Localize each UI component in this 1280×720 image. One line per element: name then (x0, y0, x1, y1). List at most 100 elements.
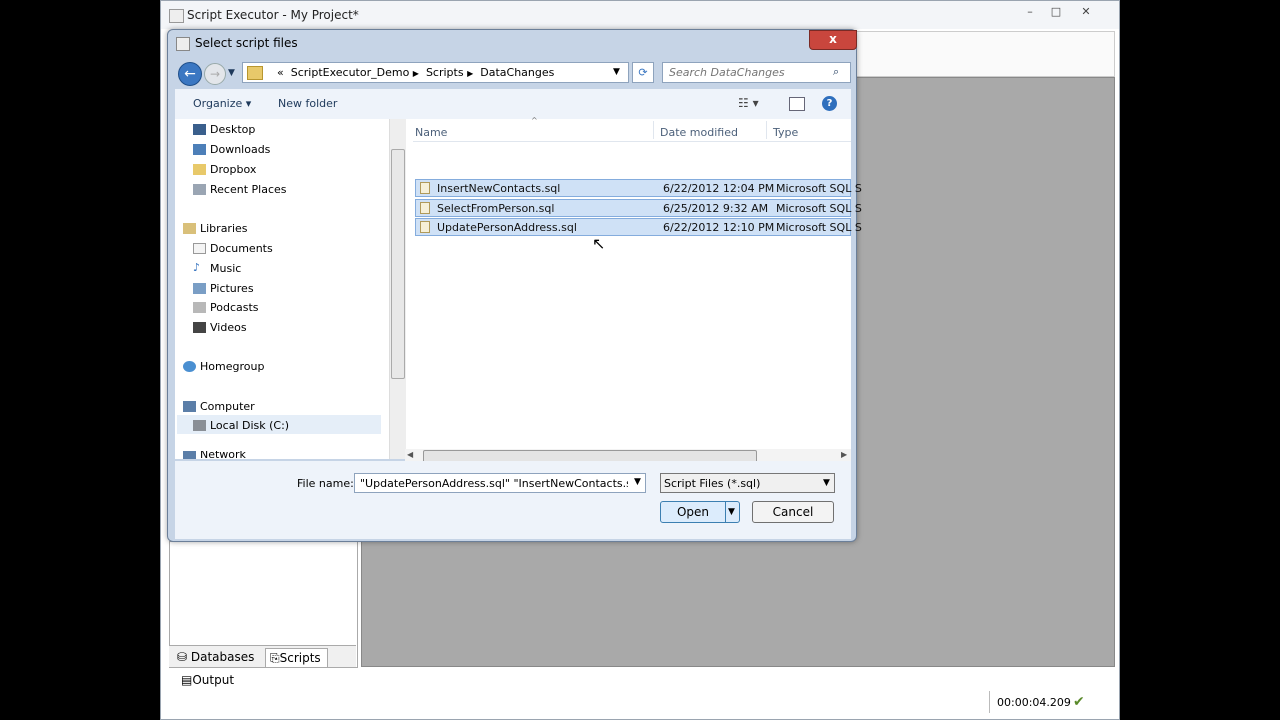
network-icon (183, 451, 196, 459)
breadcrumb-scripts[interactable]: Scripts (426, 66, 464, 79)
open-label: Open (676, 505, 710, 519)
tab-scripts[interactable]: ⎘Scripts (265, 648, 328, 667)
nav-label: Computer (200, 400, 255, 413)
nav-item-libraries[interactable]: Libraries (183, 222, 248, 235)
nav-item-recent-places[interactable]: Recent Places (193, 183, 287, 196)
dialog-close-button[interactable]: x (809, 30, 857, 50)
dropbox-icon (193, 164, 206, 175)
maximize-icon[interactable]: □ (1045, 5, 1067, 19)
column-divider[interactable] (766, 121, 767, 139)
folder-icon (247, 66, 263, 80)
sql-file-icon (420, 221, 430, 233)
new-folder-button[interactable]: New folder (278, 97, 337, 110)
window-title: Script Executor - My Project* (187, 8, 359, 22)
file-type: Microsoft SQL S (776, 202, 862, 215)
scroll-right-icon[interactable]: ▶ (841, 450, 847, 459)
nav-item-desktop[interactable]: Desktop (193, 123, 256, 136)
nav-label: Homegroup (200, 360, 265, 373)
forward-arrow-icon[interactable]: → (204, 63, 226, 85)
column-date-modified[interactable]: Date modified (660, 126, 738, 139)
dialog-toolbar: Organize ▾ New folder ☷ ▾ ? (175, 89, 851, 120)
nav-scrollbar-thumb[interactable] (391, 149, 405, 379)
file-name-field[interactable]: ▼ (354, 473, 646, 493)
preview-pane-icon[interactable] (789, 97, 805, 111)
nav-label: Network (200, 451, 246, 459)
address-bar[interactable]: « ScriptExecutor_Demo ▶ Scripts ▶ DataCh… (242, 62, 629, 83)
search-input[interactable] (667, 65, 831, 80)
local-disk-icon (193, 420, 206, 431)
refresh-icon[interactable]: ⟳ (632, 62, 654, 83)
file-type-dropdown-icon[interactable]: ▼ (823, 478, 830, 488)
file-row[interactable]: InsertNewContacts.sql 6/22/2012 12:04 PM… (415, 179, 862, 197)
nav-item-videos[interactable]: Videos (193, 321, 247, 334)
help-icon[interactable]: ? (822, 96, 837, 111)
file-name-dropdown-icon[interactable]: ▼ (634, 477, 641, 487)
back-arrow-icon[interactable]: ← (178, 62, 202, 86)
mouse-pointer-icon: ↖ (592, 234, 606, 253)
sql-file-icon (420, 202, 430, 214)
breadcrumb-separator-icon[interactable]: ▶ (413, 69, 419, 78)
nav-label: Music (210, 262, 242, 275)
panel-tabs: ⛁ Databases ⎘Scripts (169, 645, 356, 667)
minimize-icon[interactable]: – (1019, 5, 1041, 19)
file-name-label: File name: (297, 477, 354, 490)
nav-label: Recent Places (210, 183, 287, 196)
sql-file-icon (420, 182, 430, 194)
nav-item-network[interactable]: Network (183, 451, 246, 459)
split-divider (725, 502, 726, 522)
status-divider (989, 691, 990, 713)
dialog-icon (176, 37, 190, 51)
view-options-icon[interactable]: ☷ ▾ (738, 96, 759, 110)
file-row[interactable]: UpdatePersonAddress.sql 6/22/2012 12:10 … (415, 218, 862, 236)
nav-label: Libraries (200, 222, 248, 235)
nav-label: Downloads (210, 143, 271, 156)
app-icon (169, 9, 184, 23)
downloads-icon (193, 144, 206, 155)
breadcrumb-separator-icon[interactable]: ▶ (467, 69, 473, 78)
select-files-dialog: Select script files x ← → ▼ « ScriptExec… (167, 29, 862, 542)
podcasts-icon (193, 302, 206, 313)
breadcrumb-datachanges[interactable]: DataChanges (480, 66, 554, 79)
videos-icon (193, 322, 206, 333)
nav-item-computer[interactable]: Computer (183, 400, 255, 413)
organize-button[interactable]: Organize ▾ (193, 97, 251, 110)
cancel-button[interactable]: Cancel (752, 501, 834, 523)
dialog-title: Select script files (195, 36, 298, 50)
nav-item-podcasts[interactable]: Podcasts (193, 301, 259, 314)
nav-label: Videos (210, 321, 247, 334)
search-icon[interactable]: ⌕ (833, 65, 839, 79)
address-dropdown-icon[interactable]: ▼ (613, 67, 620, 77)
close-icon[interactable]: ✕ (1075, 5, 1097, 19)
dialog-body: Desktop Downloads Dropbox Recent Places … (175, 116, 862, 463)
file-name-input[interactable] (358, 476, 630, 491)
nav-label: Desktop (210, 123, 256, 136)
open-options-dropdown-icon[interactable]: ▼ (728, 502, 735, 522)
nav-item-homegroup[interactable]: Homegroup (183, 360, 265, 373)
nav-item-downloads[interactable]: Downloads (193, 143, 271, 156)
column-name[interactable]: Name (415, 126, 447, 139)
file-type-select[interactable]: Script Files (*.sql) ▼ (660, 473, 835, 493)
tab-scripts-label: Scripts (279, 651, 321, 665)
column-divider[interactable] (653, 121, 654, 139)
nav-item-documents[interactable]: Documents (193, 242, 273, 255)
output-tab[interactable]: ▤Output (181, 673, 234, 687)
file-name: InsertNewContacts.sql (437, 182, 561, 195)
recent-places-icon (193, 184, 206, 195)
open-button[interactable]: Open ▼ (660, 501, 740, 523)
file-row[interactable]: SelectFromPerson.sql 6/25/2012 9:32 AM M… (415, 199, 862, 217)
nav-item-pictures[interactable]: Pictures (193, 282, 254, 295)
nav-item-local-disk[interactable]: Local Disk (C:) (193, 419, 289, 432)
nav-item-music[interactable]: ♪ Music (193, 261, 242, 275)
nav-clip: Network (175, 451, 389, 459)
breadcrumb-overflow[interactable]: « (277, 66, 284, 79)
nav-label: Documents (210, 242, 273, 255)
nav-item-dropbox[interactable]: Dropbox (193, 163, 256, 176)
tab-databases[interactable]: ⛁ Databases (173, 648, 260, 666)
scroll-left-icon[interactable]: ◀ (407, 450, 413, 459)
history-dropdown-icon[interactable]: ▼ (228, 68, 235, 78)
column-type[interactable]: Type (773, 126, 798, 139)
file-name: SelectFromPerson.sql (437, 202, 555, 215)
tab-databases-label: Databases (190, 650, 255, 664)
search-box[interactable]: ⌕ (662, 62, 851, 83)
breadcrumb-scriptexecutor-demo[interactable]: ScriptExecutor_Demo (291, 66, 410, 79)
